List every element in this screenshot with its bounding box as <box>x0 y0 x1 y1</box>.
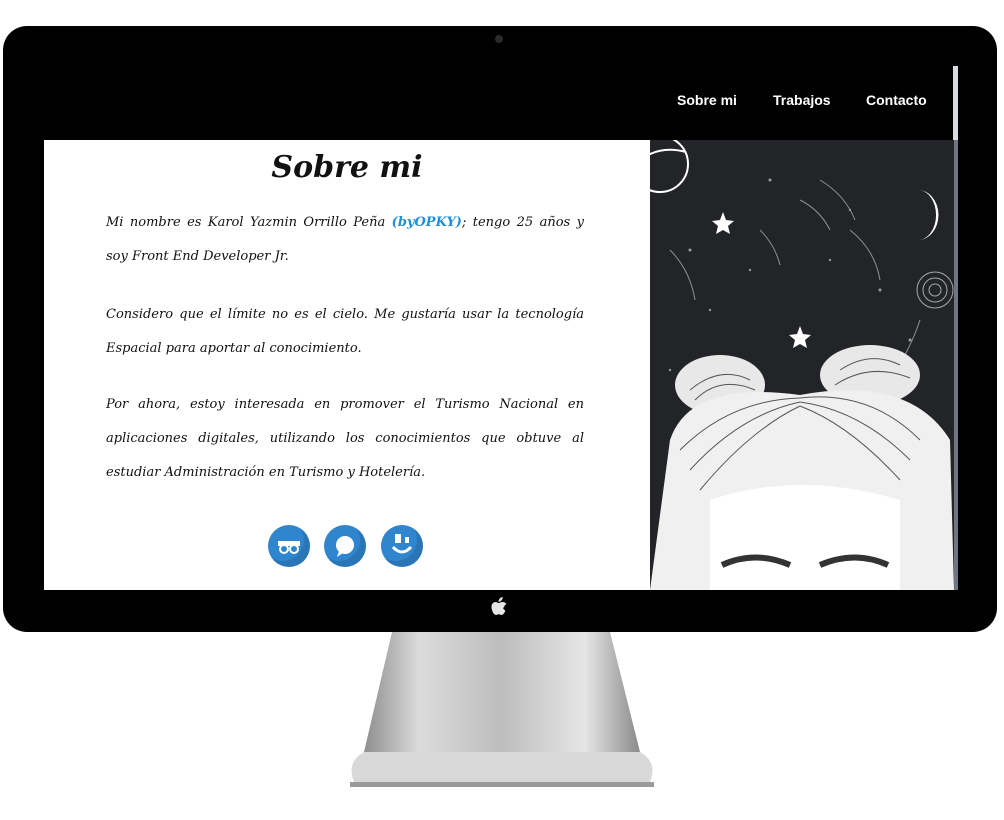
about-title: Sobre mi <box>271 150 423 185</box>
nav-sobre-mi[interactable]: Sobre mi <box>677 92 737 108</box>
screen-edge <box>954 140 958 590</box>
nav-contacto[interactable]: Contacto <box>866 92 927 108</box>
chat-button[interactable] <box>324 525 366 567</box>
github-icon <box>278 541 300 554</box>
chat-icon <box>336 536 354 557</box>
about-section: Sobre mi Mi nombre es Karol Yazmin Orril… <box>44 140 650 590</box>
space-girl-illustration <box>650 140 954 590</box>
navbar-edge <box>953 66 958 140</box>
monitor-screen: Sobre mi Trabajos Contacto Sobre mi Mi n… <box>44 66 958 590</box>
nav-trabajos[interactable]: Trabajos <box>773 92 831 108</box>
about-paragraph-intro: Mi nombre es Karol Yazmin Orrillo Peña (… <box>106 206 584 274</box>
github-button[interactable] <box>268 525 310 567</box>
brand-link[interactable]: (byOPKY) <box>392 215 462 230</box>
monitor-stand <box>350 632 654 787</box>
intro-text: Mi nombre es Karol Yazmin Orrillo Peña <box>106 215 392 230</box>
user-button[interactable] <box>381 525 423 567</box>
about-paragraph-goal: Considero que el límite no es el cielo. … <box>106 307 584 356</box>
about-paragraph-tourism: Por ahora, estoy interesada en promover … <box>106 397 584 480</box>
site-navbar: Sobre mi Trabajos Contacto <box>44 66 958 140</box>
apple-logo-icon <box>491 597 507 615</box>
user-icon <box>391 534 413 554</box>
camera-dot <box>495 35 503 43</box>
illustration-panel <box>650 140 954 590</box>
